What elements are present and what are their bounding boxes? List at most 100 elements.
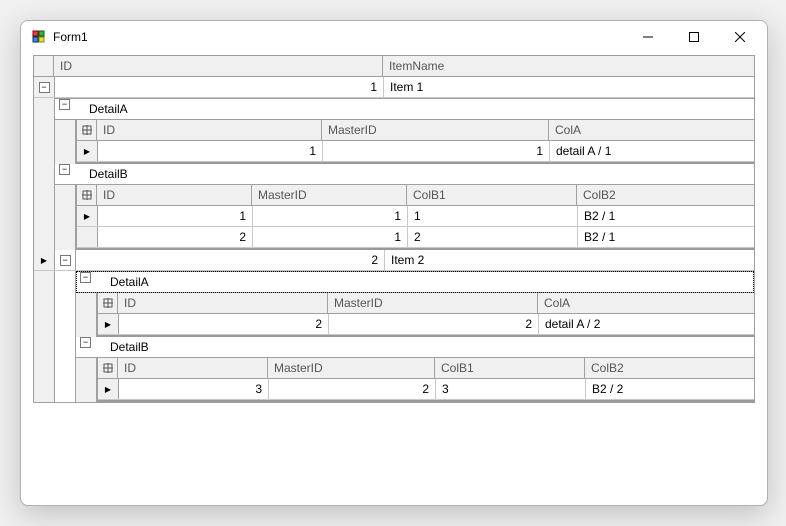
expand-toggle[interactable]: − (55, 99, 83, 119)
col-masterid[interactable]: MasterID (268, 358, 435, 378)
cell-colb1[interactable]: 3 (436, 379, 586, 399)
col-itemname[interactable]: ItemName (383, 56, 754, 76)
cell-colb1[interactable]: 2 (408, 227, 578, 247)
row-selector-header[interactable] (98, 293, 118, 313)
row-header-corner[interactable] (34, 56, 54, 76)
detail-b-grid[interactable]: ID MasterID ColB1 ColB2 ▶ 1 1 1 B2 / 1 (76, 185, 754, 250)
minus-icon: − (39, 82, 50, 93)
col-colb2[interactable]: ColB2 (585, 358, 754, 378)
cell-id[interactable]: 1 (98, 206, 253, 226)
indent-gutter (55, 271, 76, 402)
section-detail-a[interactable]: − DetailA (55, 98, 754, 120)
row-indicator[interactable] (77, 227, 98, 247)
current-row-icon: ▶ (105, 385, 111, 394)
detail-a-grid-wrap: ID MasterID ColA ▶ 1 1 detail A / 1 (55, 120, 754, 164)
current-row-icon: ▶ (105, 320, 111, 329)
indent-gutter (34, 98, 55, 250)
section-detail-b[interactable]: − DetailB (76, 337, 754, 358)
row-selector-header[interactable] (98, 358, 118, 378)
cell-cola[interactable]: detail A / 1 (550, 141, 754, 161)
minus-icon: − (60, 255, 71, 266)
maximize-button[interactable] (671, 21, 717, 53)
expand-toggle[interactable]: − (55, 164, 83, 184)
master-grid[interactable]: ID ItemName − 1 Item 1 − DetailA (33, 55, 755, 403)
indent-gutter (55, 120, 76, 164)
detail-b-grid[interactable]: ID MasterID ColB1 ColB2 ▶ 3 2 3 B2 / 2 (97, 358, 754, 402)
col-colb1[interactable]: ColB1 (435, 358, 585, 378)
section-detail-a[interactable]: − DetailA (76, 271, 754, 293)
col-colb2[interactable]: ColB2 (577, 185, 754, 205)
cell-masterid[interactable]: 2 (269, 379, 436, 399)
cell-masterid[interactable]: 1 (253, 206, 408, 226)
col-id[interactable]: ID (97, 120, 322, 140)
detail-a-grid[interactable]: ID MasterID ColA ▶ 1 1 detail A / 1 (76, 120, 754, 164)
col-masterid[interactable]: MasterID (252, 185, 407, 205)
cell-colb2[interactable]: B2 / 1 (578, 227, 754, 247)
row-indicator[interactable]: ▶ (77, 141, 98, 161)
indent-gutter (76, 358, 97, 402)
row-selector-header[interactable] (77, 185, 97, 205)
section-title: DetailB (104, 337, 754, 357)
detail-a-header: ID MasterID ColA (77, 120, 754, 141)
window-title: Form1 (53, 30, 88, 44)
client-area: ID ItemName − 1 Item 1 − DetailA (21, 53, 767, 505)
col-cola[interactable]: ColA (538, 293, 754, 313)
minus-icon: − (80, 337, 91, 348)
titlebar[interactable]: Form1 (21, 21, 767, 53)
cell-colb2[interactable]: B2 / 1 (578, 206, 754, 226)
detail-a-header: ID MasterID ColA (98, 293, 754, 314)
indent-gutter (76, 293, 97, 337)
expand-toggle[interactable]: − (76, 337, 104, 357)
cell-id[interactable]: 1 (98, 141, 323, 161)
current-row-icon: ▶ (84, 147, 90, 156)
cell-id[interactable]: 2 (98, 227, 253, 247)
cell-itemname[interactable]: Item 1 (384, 77, 754, 97)
close-button[interactable] (717, 21, 763, 53)
cell-masterid[interactable]: 1 (253, 227, 408, 247)
minus-icon: − (59, 99, 70, 110)
cell-itemname[interactable]: Item 2 (385, 250, 754, 270)
detail-a-grid[interactable]: ID MasterID ColA ▶ 2 2 detail A / 2 (97, 293, 754, 337)
expand-toggle[interactable]: − (34, 77, 55, 97)
cell-id[interactable]: 2 (76, 250, 385, 270)
col-masterid[interactable]: MasterID (328, 293, 538, 313)
cell-id[interactable]: 1 (55, 77, 384, 97)
minimize-button[interactable] (625, 21, 671, 53)
col-id[interactable]: ID (54, 56, 383, 76)
master-row[interactable]: ▶ − 2 Item 2 (34, 250, 754, 271)
col-colb1[interactable]: ColB1 (407, 185, 577, 205)
cell-masterid[interactable]: 2 (329, 314, 539, 334)
cell-id[interactable]: 3 (119, 379, 269, 399)
minus-icon: − (80, 272, 91, 283)
col-id[interactable]: ID (97, 185, 252, 205)
cell-id[interactable]: 2 (119, 314, 329, 334)
row-indicator[interactable]: ▶ (34, 250, 55, 270)
section-title: DetailA (104, 272, 754, 292)
cell-colb1[interactable]: 1 (408, 206, 578, 226)
current-row-icon: ▶ (84, 212, 90, 221)
col-id[interactable]: ID (118, 358, 268, 378)
cell-cola[interactable]: detail A / 2 (539, 314, 754, 334)
row-indicator[interactable]: ▶ (77, 206, 98, 226)
section-title: DetailA (83, 99, 754, 119)
cell-masterid[interactable]: 1 (323, 141, 550, 161)
table-row[interactable]: ▶ 2 2 detail A / 2 (98, 314, 754, 335)
section-detail-b[interactable]: − DetailB (55, 164, 754, 185)
row-indicator[interactable]: ▶ (98, 314, 119, 334)
table-row[interactable]: ▶ 1 1 1 B2 / 1 (77, 206, 754, 227)
table-row[interactable]: ▶ 3 2 3 B2 / 2 (98, 379, 754, 400)
row-indicator[interactable]: ▶ (98, 379, 119, 399)
col-masterid[interactable]: MasterID (322, 120, 549, 140)
table-row[interactable]: ▶ 1 1 detail A / 1 (77, 141, 754, 162)
col-cola[interactable]: ColA (549, 120, 754, 140)
child-panel: − DetailA ID MasterID C (34, 98, 754, 250)
expand-toggle[interactable]: − (76, 272, 104, 292)
table-row[interactable]: 2 1 2 B2 / 1 (77, 227, 754, 248)
indent-gutter (55, 185, 76, 250)
col-id[interactable]: ID (118, 293, 328, 313)
detail-b-header: ID MasterID ColB1 ColB2 (77, 185, 754, 206)
master-row[interactable]: − 1 Item 1 (34, 77, 754, 98)
expand-toggle[interactable]: − (55, 250, 76, 270)
cell-colb2[interactable]: B2 / 2 (586, 379, 754, 399)
row-selector-header[interactable] (77, 120, 97, 140)
